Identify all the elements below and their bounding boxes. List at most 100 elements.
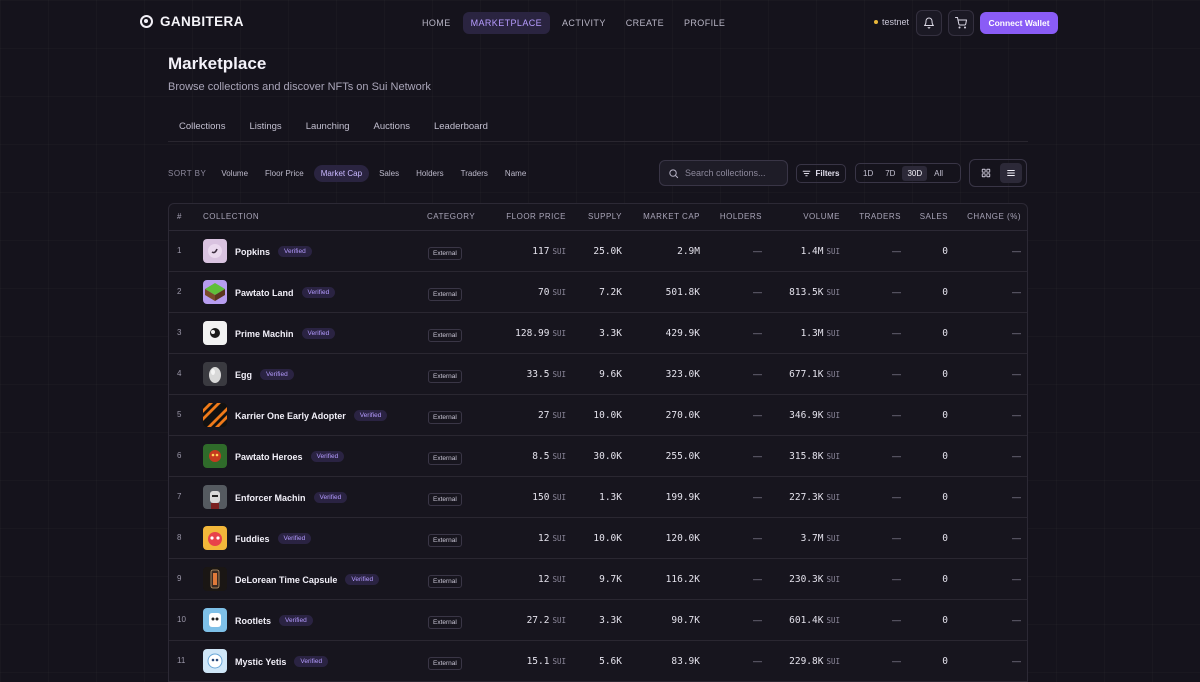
- nav-activity[interactable]: ACTIVITY: [554, 12, 614, 34]
- time-range-1d[interactable]: 1D: [858, 166, 878, 181]
- collection-name[interactable]: Pawtato Heroes Verified: [235, 451, 345, 462]
- tab-listings[interactable]: Listings: [237, 112, 293, 141]
- header-traders[interactable]: TRADERS: [859, 212, 901, 221]
- brand-logo-icon: [140, 15, 153, 28]
- sort-sales[interactable]: Sales: [372, 165, 406, 182]
- table-row[interactable]: 8 Fuddies Verified External 12 SUI 10.0K 120.0K…: [169, 518, 1027, 559]
- table-row[interactable]: 2 Pawtato Land Verified External 70 SUI 7.2K 50…: [169, 272, 1027, 313]
- collection-name-text: Karrier One Early Adopter: [235, 410, 346, 421]
- floor-price-value: 8.5: [532, 451, 550, 462]
- nav-profile[interactable]: PROFILE: [676, 12, 733, 34]
- header-holders[interactable]: HOLDERS: [720, 212, 762, 221]
- tab-auctions[interactable]: Auctions: [362, 112, 422, 141]
- collection-name[interactable]: Egg Verified: [235, 369, 294, 380]
- tab-collections[interactable]: Collections: [168, 112, 237, 141]
- sales-cell: 0: [942, 656, 948, 667]
- collection-name-text: Mystic Yetis: [235, 656, 287, 667]
- collection-name[interactable]: Prime Machin Verified: [235, 328, 336, 339]
- row-rank: 7: [177, 492, 182, 501]
- supply-cell: 5.6K: [599, 656, 622, 667]
- change-cell: —: [1012, 533, 1021, 543]
- holders-cell: —: [753, 369, 762, 379]
- floor-price-value: 12: [538, 574, 550, 585]
- sort-holders[interactable]: Holders: [409, 165, 451, 182]
- holders-cell: —: [753, 451, 762, 461]
- header-category[interactable]: CATEGORY: [427, 212, 475, 221]
- table-row[interactable]: 5 Karrier One Early Adopter Verified Extern…: [169, 395, 1027, 436]
- category-tag: External: [428, 329, 462, 342]
- grid-view-button[interactable]: [975, 163, 997, 183]
- collection-thumbnail: [203, 239, 227, 263]
- collection-name[interactable]: Pawtato Land Verified: [235, 287, 336, 298]
- table-row[interactable]: 4 Egg Verified External 33.5 SUI 9.6K 323.0K —67…: [169, 354, 1027, 395]
- time-range-selector: 1D 7D 30D All: [855, 163, 961, 183]
- collection-name-text: DeLorean Time Capsule: [235, 574, 338, 585]
- nav-home[interactable]: HOME: [414, 12, 459, 34]
- collection-name[interactable]: Mystic Yetis Verified: [235, 656, 329, 667]
- notifications-button[interactable]: [916, 10, 942, 36]
- sort-traders[interactable]: Traders: [454, 165, 495, 182]
- verified-badge: Verified: [313, 492, 348, 503]
- header-volume[interactable]: VOLUME: [803, 212, 840, 221]
- table-row[interactable]: 7 Enforcer Machin Verified External 150 SUI 1.…: [169, 477, 1027, 518]
- volume-unit: SUI: [826, 288, 840, 297]
- connect-wallet-button[interactable]: Connect Wallet: [980, 12, 1058, 34]
- floor-price-cell: 70 SUI: [538, 287, 566, 298]
- collection-name-text: Rootlets: [235, 615, 271, 626]
- table-header: # COLLECTION CATEGORY FLOOR PRICE SUPPLY…: [169, 204, 1027, 231]
- holders-cell: —: [753, 656, 762, 666]
- header-sales[interactable]: SALES: [920, 212, 948, 221]
- verified-badge: Verified: [353, 410, 388, 421]
- floor-price-cell: 12 SUI: [538, 533, 566, 544]
- floor-price-unit: SUI: [552, 575, 566, 584]
- search-icon: [669, 168, 679, 178]
- time-range-30d[interactable]: 30D: [902, 165, 928, 181]
- collection-thumbnail: [203, 485, 227, 509]
- market-cap-cell: 429.9K: [665, 328, 700, 339]
- header-collection[interactable]: COLLECTION: [203, 212, 259, 221]
- traders-cell: —: [892, 492, 901, 502]
- table-row[interactable]: 11 Mystic Yetis Verified External 15.1 SUI 5.6…: [169, 641, 1027, 682]
- volume-value: 230.3K: [789, 574, 824, 585]
- tab-launching[interactable]: Launching: [294, 112, 362, 141]
- collection-name[interactable]: Fuddies Verified: [235, 533, 312, 544]
- volume-unit: SUI: [826, 452, 840, 461]
- header-supply[interactable]: SUPPLY: [588, 212, 622, 221]
- time-range-all[interactable]: All: [929, 166, 948, 181]
- header-rank[interactable]: #: [177, 212, 182, 221]
- brand[interactable]: GANBITERA: [140, 14, 244, 29]
- header-change[interactable]: CHANGE (%): [967, 212, 1021, 221]
- collection-name[interactable]: Karrier One Early Adopter Verified: [235, 410, 388, 421]
- category-tag: External: [428, 616, 462, 629]
- collection-name[interactable]: DeLorean Time Capsule Verified: [235, 574, 380, 585]
- sort-market-cap[interactable]: Market Cap: [313, 165, 370, 182]
- change-cell: —: [1012, 451, 1021, 461]
- table-row[interactable]: 3 Prime Machin Verified External 128.99 SUI 3.…: [169, 313, 1027, 354]
- sales-cell: 0: [942, 328, 948, 339]
- search-input[interactable]: [685, 168, 780, 178]
- table-row[interactable]: 6 Pawtato Heroes Verified External 8.5 SUI 30.…: [169, 436, 1027, 477]
- table-row[interactable]: 9 DeLorean Time Capsule Verified External 12…: [169, 559, 1027, 600]
- collection-name-text: Fuddies: [235, 533, 270, 544]
- filters-button[interactable]: Filters: [796, 164, 846, 183]
- bell-icon: [924, 17, 934, 29]
- table-row[interactable]: 10 Rootlets Verified External 27.2 SUI 3.3K 90.…: [169, 600, 1027, 641]
- table-row[interactable]: 1 Popkins Verified External 117 SUI 25.0K 2.9M —…: [169, 231, 1027, 272]
- tab-leaderboard[interactable]: Leaderboard: [422, 112, 500, 141]
- sort-volume[interactable]: Volume: [214, 165, 255, 182]
- nav-marketplace[interactable]: MARKETPLACE: [462, 12, 551, 34]
- header-floor-price[interactable]: FLOOR PRICE: [506, 212, 566, 221]
- sort-floor-price[interactable]: Floor Price: [258, 165, 311, 182]
- floor-price-cell: 8.5 SUI: [532, 451, 566, 462]
- nav-create[interactable]: CREATE: [618, 12, 672, 34]
- cart-button[interactable]: [948, 10, 974, 36]
- sort-name[interactable]: Name: [498, 165, 533, 182]
- holders-cell: —: [753, 615, 762, 625]
- header-market-cap[interactable]: MARKET CAP: [643, 212, 700, 221]
- collection-name[interactable]: Enforcer Machin Verified: [235, 492, 348, 503]
- list-view-button[interactable]: [999, 163, 1022, 183]
- floor-price-cell: 33.5 SUI: [527, 369, 566, 380]
- collection-name[interactable]: Popkins Verified: [235, 246, 312, 257]
- time-range-7d[interactable]: 7D: [880, 166, 900, 181]
- collection-name[interactable]: Rootlets Verified: [235, 615, 313, 626]
